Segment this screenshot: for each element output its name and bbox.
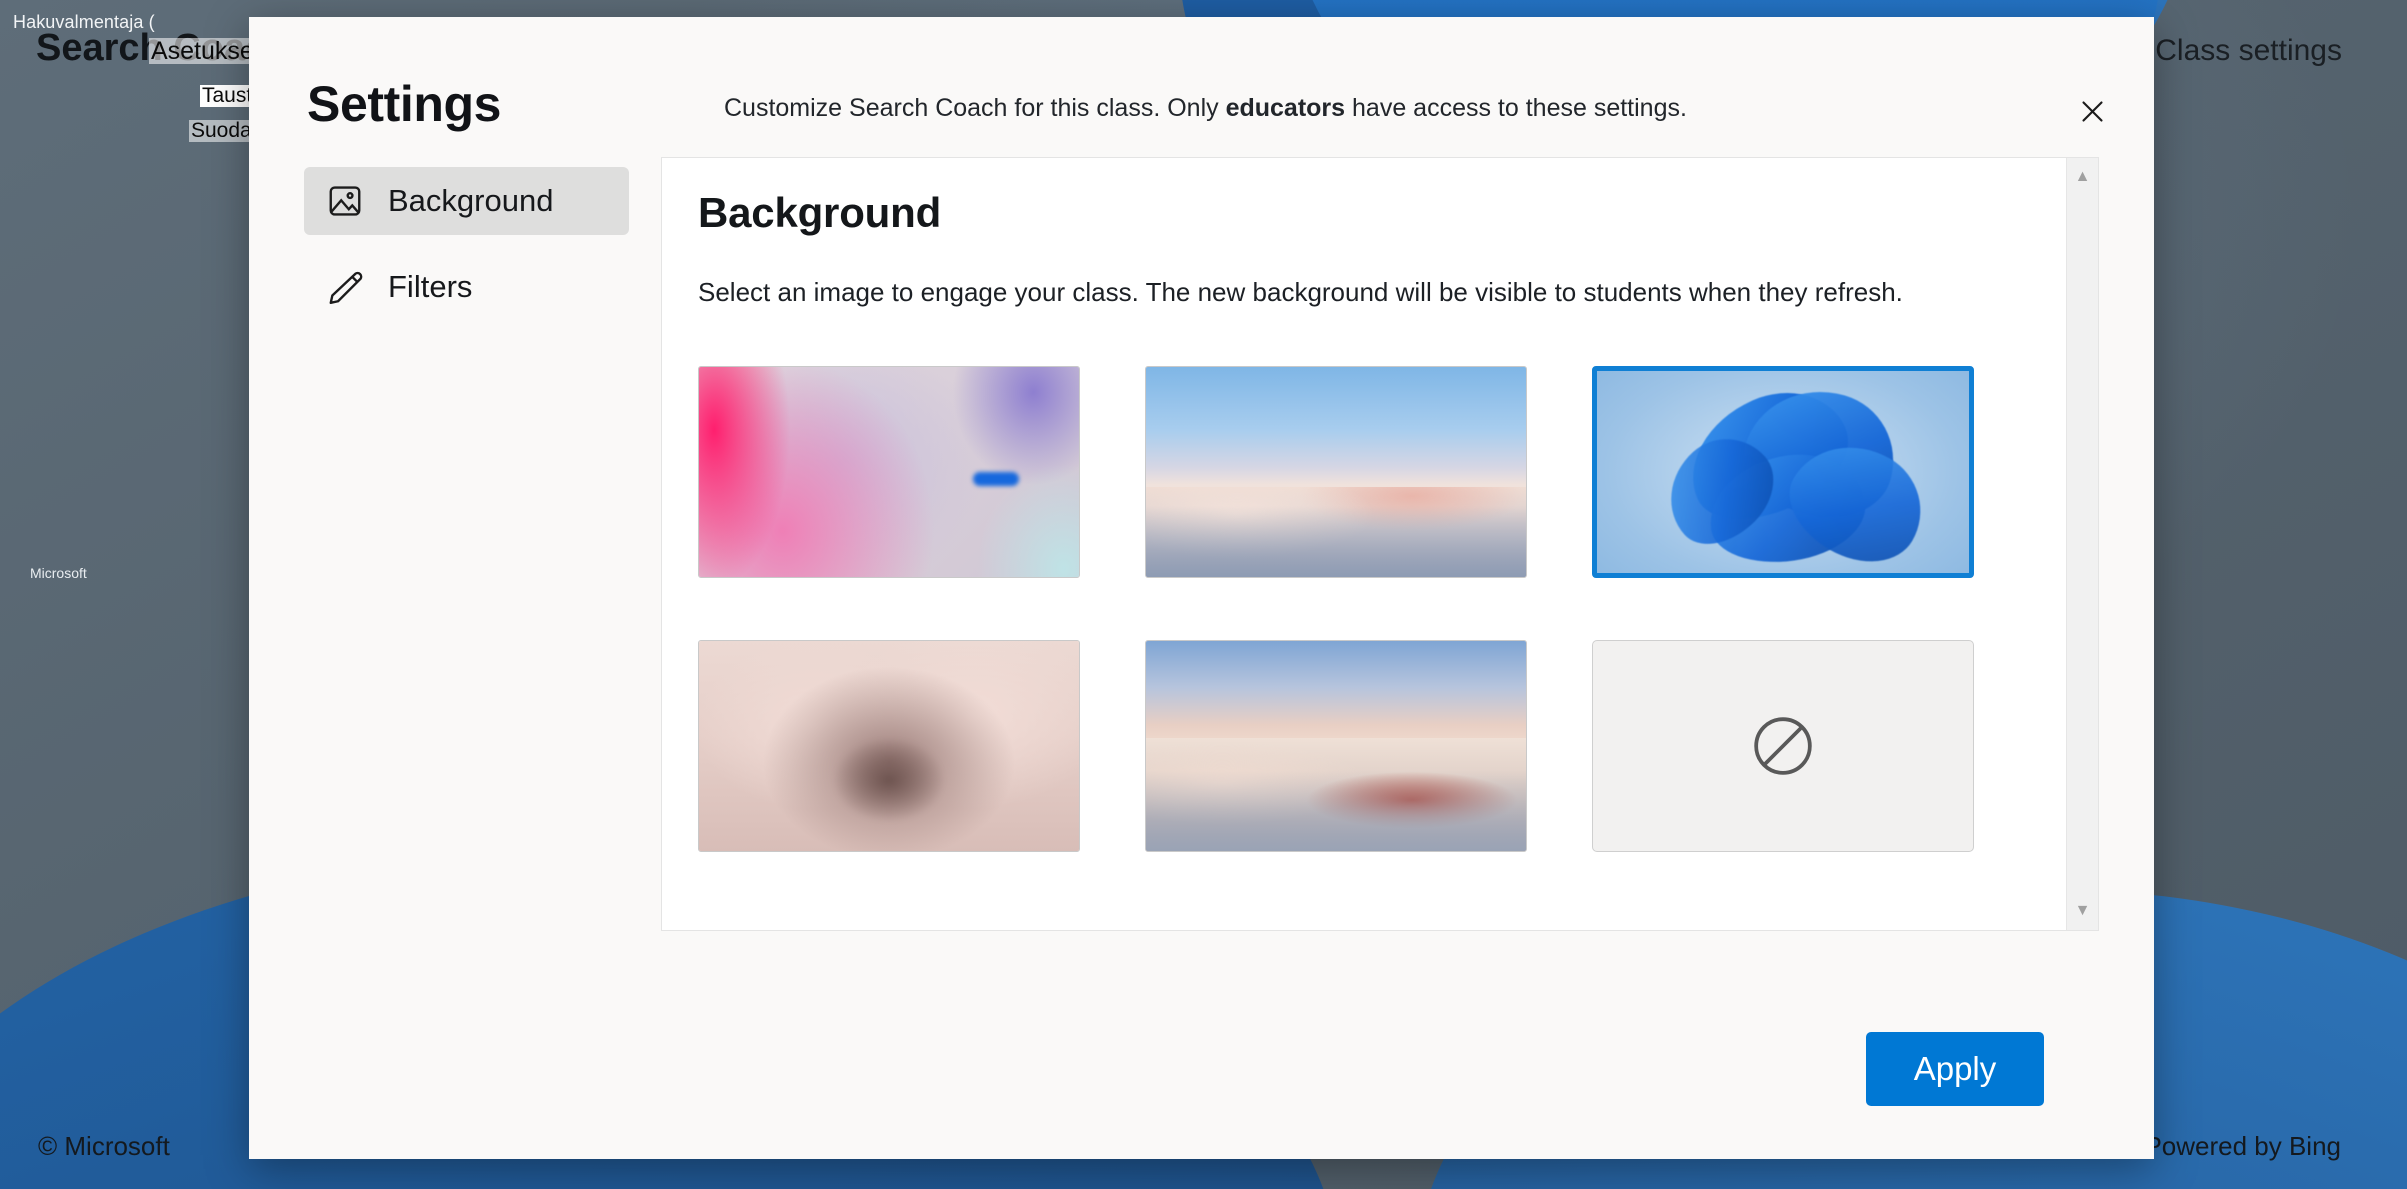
dialog-subtitle-after: have access to these settings.	[1345, 94, 1687, 122]
thumbnail-art	[1597, 371, 1969, 573]
background-thumbnail-windows-bloom[interactable]	[1592, 366, 1974, 578]
background-thumbnail-no-background[interactable]	[1592, 640, 1974, 852]
background-thumbnail-flower-rose[interactable]	[698, 640, 1080, 852]
sidebar-item-background[interactable]: Background	[304, 167, 629, 235]
powered-by-bing-label: Powered by Bing	[2144, 1131, 2341, 1161]
pane-description: Select an image to engage your class. Th…	[698, 277, 1903, 307]
settings-sidebar: Background Filters	[249, 157, 661, 979]
scroll-down-arrow-icon[interactable]: ▼	[2067, 896, 2098, 926]
thumbnail-art	[1146, 367, 1526, 577]
sidebar-item-filters-label: Filters	[388, 269, 473, 304]
background-thumbnail-bloom-pink[interactable]	[698, 366, 1080, 578]
pencil-icon	[326, 268, 364, 306]
background-pane: Background Select an image to engage you…	[661, 157, 2099, 931]
sidebar-item-background-label: Background	[388, 183, 554, 218]
copyright-label: © Microsoft	[38, 1131, 170, 1161]
thumbnail-art	[699, 641, 1079, 851]
pane-vertical-scrollbar[interactable]: ▲ ▼	[2066, 158, 2098, 930]
dialog-header: Settings Customize Search Coach for this…	[249, 17, 2154, 157]
scroll-up-arrow-icon[interactable]: ▲	[2067, 162, 2098, 192]
background-pane-content: Background Select an image to engage you…	[662, 158, 2066, 930]
background-thumbnail-dune-dusk[interactable]	[1145, 640, 1527, 852]
microsoft-label: Microsoft	[30, 565, 87, 581]
background-thumbnail-grid	[698, 366, 2026, 852]
close-button[interactable]	[2068, 89, 2116, 137]
dialog-subtitle: Customize Search Coach for this class. O…	[724, 94, 1687, 123]
dialog-footer: Apply	[249, 979, 2154, 1159]
apply-button[interactable]: Apply	[1866, 1032, 2044, 1106]
dialog-title: Settings	[307, 76, 502, 132]
dialog-subtitle-bold: educators	[1225, 94, 1346, 122]
overlay-asetukset: Asetukset	[149, 37, 263, 65]
dialog-body: Background Filters Background Select an …	[249, 157, 2154, 979]
close-icon	[2079, 98, 2106, 128]
thumbnail-art	[1146, 641, 1526, 851]
pane-title: Background	[698, 189, 942, 236]
class-settings-link[interactable]: Class settings	[2155, 34, 2342, 68]
settings-dialog: Settings Customize Search Coach for this…	[249, 17, 2154, 1159]
dialog-subtitle-before: Customize Search Coach for this class. O…	[724, 94, 1226, 122]
background-thumbnail-dune-day[interactable]	[1145, 366, 1527, 578]
no-background-icon	[1748, 711, 1818, 781]
thumbnail-art	[699, 367, 1079, 577]
sidebar-item-filters[interactable]: Filters	[304, 253, 629, 321]
image-icon	[326, 182, 364, 220]
